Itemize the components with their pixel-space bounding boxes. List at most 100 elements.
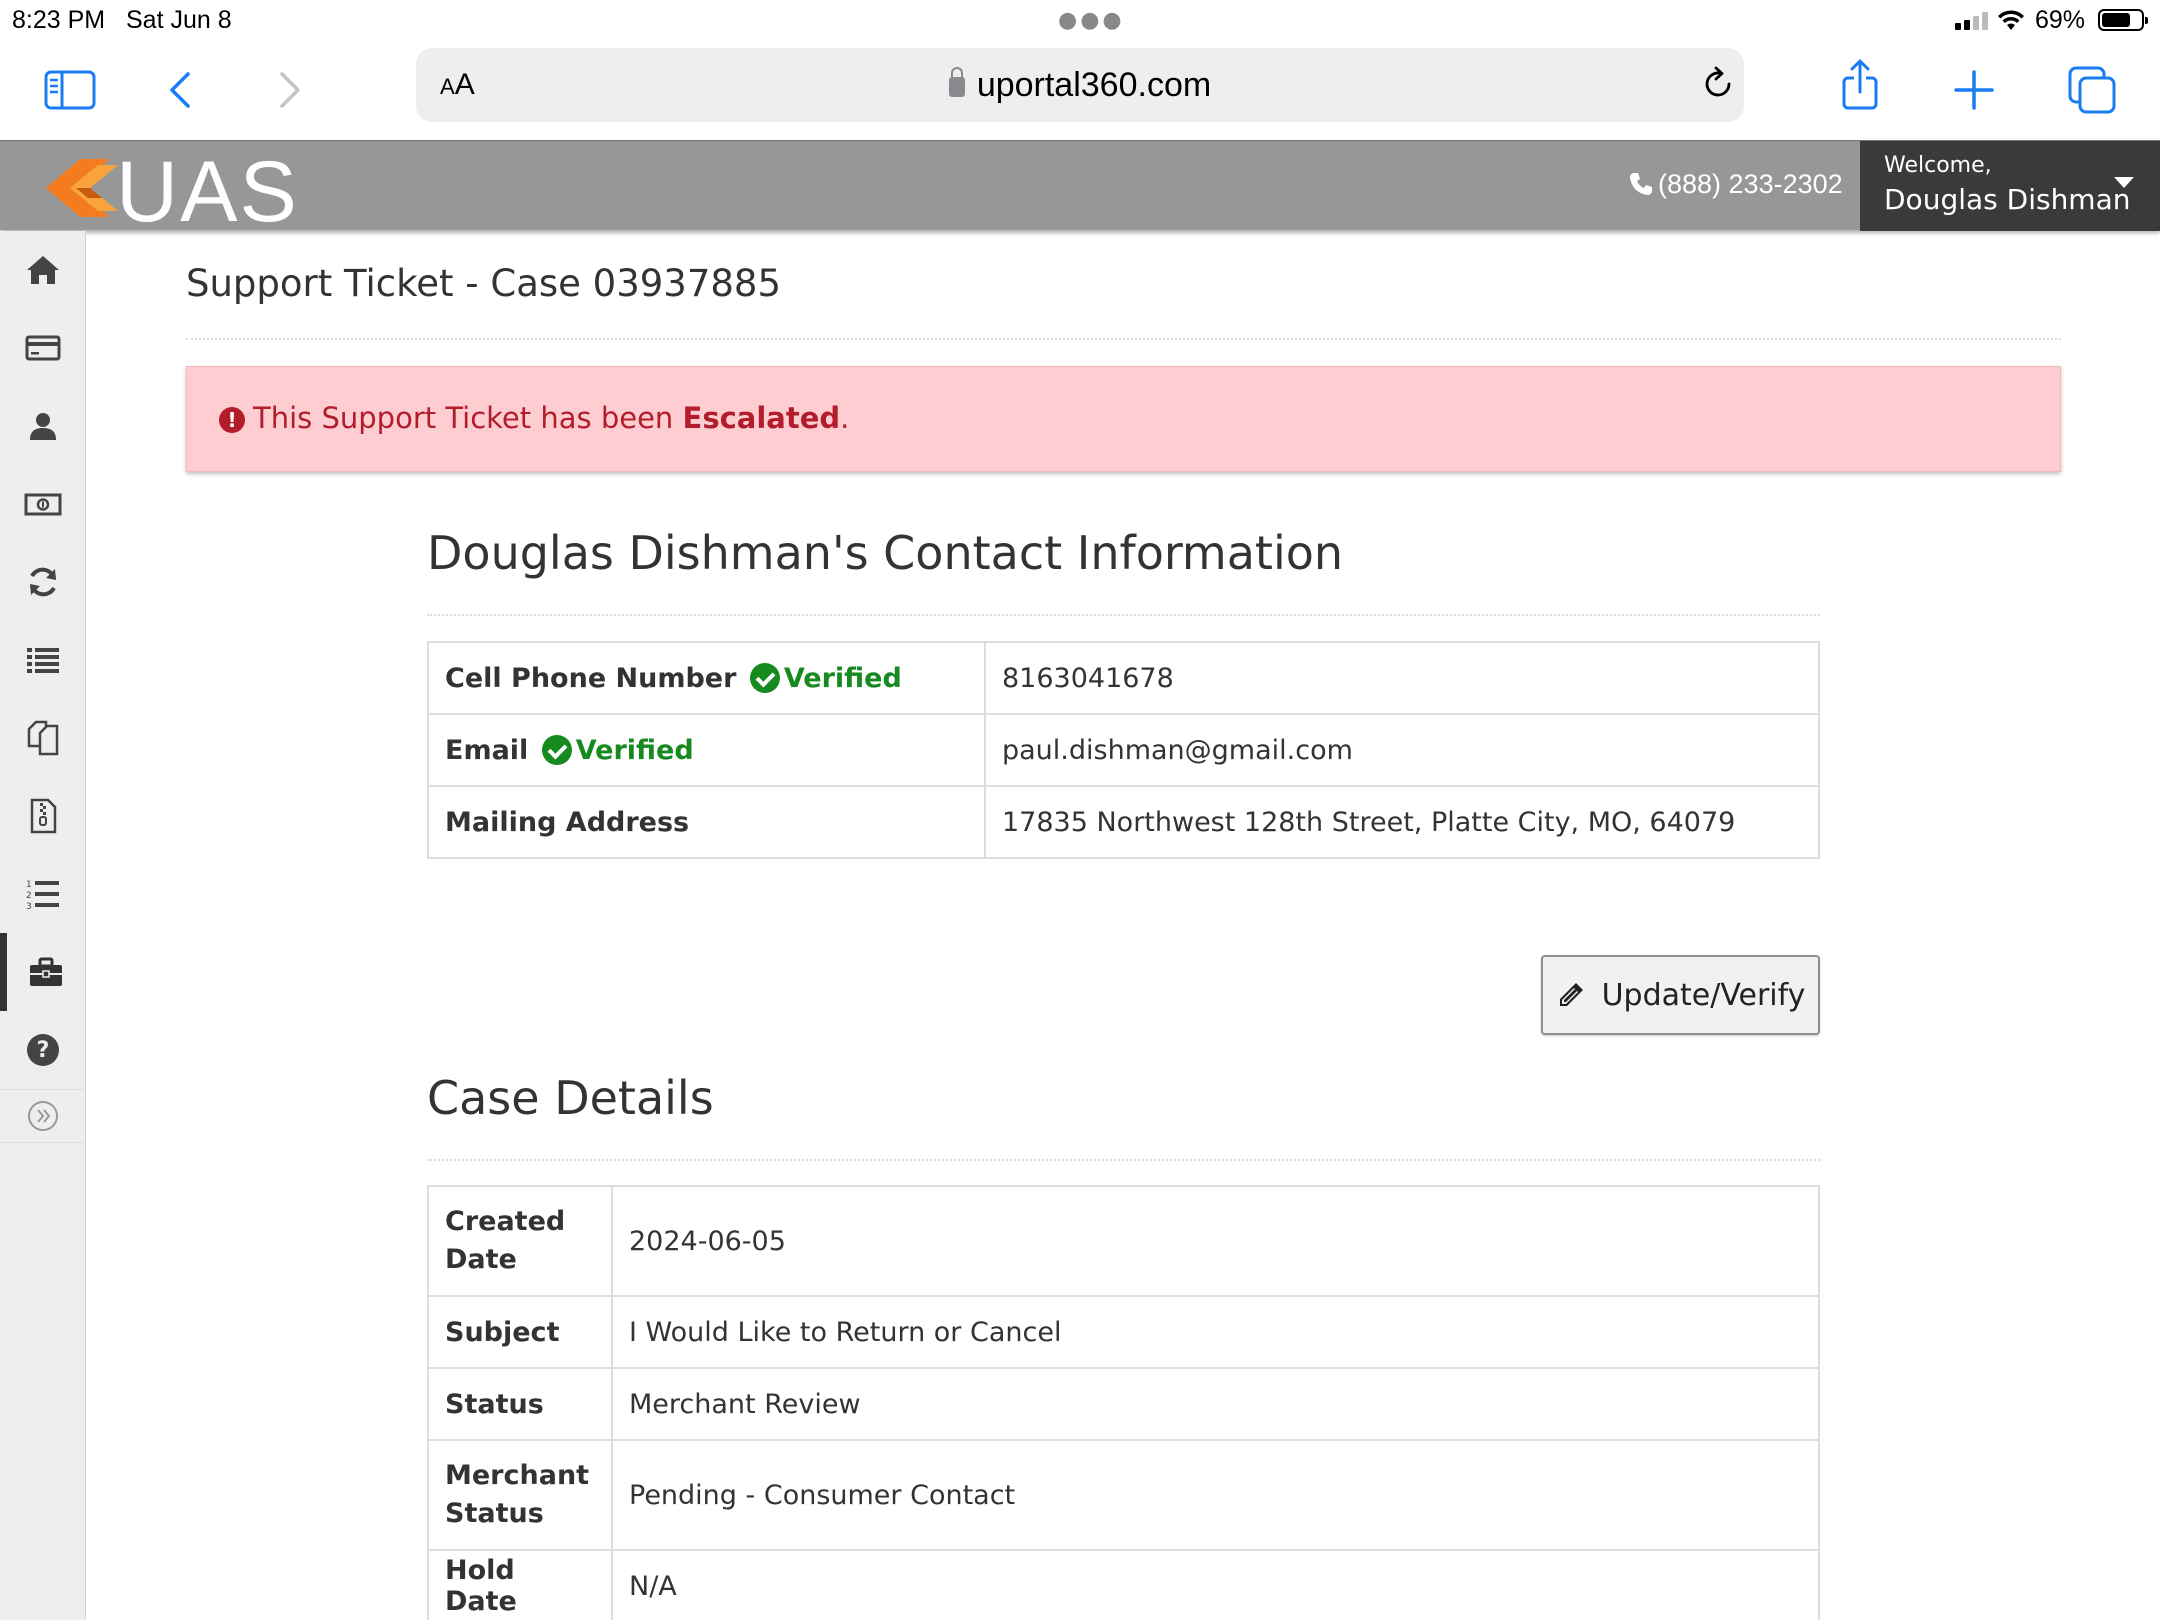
contact-label-cell: Cell Phone Number Verified	[427, 641, 986, 715]
update-verify-label: Update/Verify	[1601, 977, 1806, 1013]
table-row: Merchant Status Pending - Consumer Conta…	[427, 1439, 1820, 1551]
case-details-divider	[427, 1159, 1820, 1161]
browser-toolbar: AA uportal360.com	[0, 42, 2160, 140]
sidebar-item-renewals[interactable]	[0, 543, 85, 621]
battery-percent: 69%	[2035, 6, 2086, 34]
status-label: Status	[427, 1367, 613, 1441]
page-title: Support Ticket - Case 03937885	[186, 262, 781, 305]
reload-icon[interactable]	[1698, 64, 1738, 104]
help-icon: ?	[26, 1034, 59, 1066]
verified-check-icon	[749, 662, 780, 693]
svg-text:?: ?	[36, 1038, 49, 1063]
subject-label: Subject	[427, 1295, 613, 1369]
table-row: Subject I Would Like to Return or Cancel	[427, 1295, 1820, 1369]
verified-check-icon	[541, 734, 572, 765]
url-text: uportal360.com	[976, 66, 1212, 104]
share-icon[interactable]	[1830, 56, 1890, 116]
sidebar-nav: 1 2 3 ?	[0, 231, 86, 1620]
support-phone[interactable]: (888) 233-2302	[1628, 169, 1843, 200]
site-header: UAS (888) 233-2302 Welcome, Douglas Dish…	[0, 140, 2160, 240]
contact-label-cell: Email Verified	[427, 713, 986, 787]
home-icon	[26, 256, 59, 284]
address-bar[interactable]: AA uportal360.com	[416, 48, 1744, 122]
ios-status-bar: 8:23 PM Sat Jun 8 ●●● 69%	[0, 0, 2160, 42]
tabs-overview-icon[interactable]	[2062, 60, 2122, 120]
uas-logo[interactable]: UAS	[40, 144, 360, 240]
multitasking-dots-icon[interactable]: ●●●	[1058, 8, 1125, 33]
svg-text:3: 3	[26, 902, 32, 912]
sidebar-toggle-icon[interactable]	[40, 60, 100, 120]
sidebar-item-documents[interactable]	[0, 699, 85, 777]
status-value: Merchant Review	[611, 1367, 1820, 1441]
sidebar-item-profile[interactable]	[0, 387, 85, 465]
update-verify-button[interactable]: Update/Verify	[1541, 955, 1820, 1035]
table-row: Cell Phone Number Verified 8163041678	[427, 641, 1820, 715]
merchant-status-label: Merchant Status	[427, 1439, 613, 1551]
alert-emphasis: Escalated	[682, 401, 841, 435]
user-icon	[29, 413, 56, 440]
exclamation-circle-icon: !	[219, 407, 245, 433]
pencil-icon	[1559, 983, 1583, 1006]
status-time: 8:23 PM	[12, 6, 106, 34]
verified-label: Verified	[575, 734, 694, 766]
back-icon[interactable]	[152, 60, 212, 120]
case-details-title: Case Details	[427, 1071, 714, 1125]
forward-icon[interactable]	[258, 60, 318, 120]
new-tab-icon[interactable]	[1944, 60, 2004, 120]
alert-message: ! This Support Ticket has been Escalated.	[219, 401, 849, 435]
sidebar-item-billing[interactable]	[0, 465, 85, 543]
escalation-alert: ! This Support Ticket has been Escalated.	[186, 366, 2061, 472]
phone-number: (888) 233-2302	[1658, 169, 1843, 199]
battery-icon	[2098, 9, 2148, 31]
hold-date-value: N/A	[611, 1549, 1820, 1620]
refresh-icon	[29, 567, 56, 597]
credit-card-icon	[25, 335, 60, 361]
phone-icon	[1630, 173, 1652, 195]
documents-icon	[27, 720, 58, 756]
email-value: paul.dishman@gmail.com	[984, 713, 1820, 787]
case-details-table: Created Date 2024-06-05 Subject I Would …	[427, 1185, 1820, 1620]
table-row: Status Merchant Review	[427, 1367, 1820, 1441]
file-zip-icon	[30, 798, 56, 834]
list-icon	[26, 648, 59, 673]
created-date-value: 2024-06-05	[611, 1185, 1820, 1297]
verified-label: Verified	[783, 662, 902, 694]
subject-value: I Would Like to Return or Cancel	[611, 1295, 1820, 1369]
expand-icon	[27, 1101, 58, 1131]
sidebar-item-support[interactable]	[0, 933, 85, 1011]
table-row: Email Verified paul.dishman@gmail.com	[427, 713, 1820, 787]
contact-info-table: Cell Phone Number Verified 8163041678 Em…	[427, 641, 1820, 859]
phone-value: 8163041678	[984, 641, 1820, 715]
lock-icon	[948, 67, 965, 97]
sidebar-item-steps[interactable]: 1 2 3	[0, 855, 85, 933]
ordered-list-icon: 1 2 3	[26, 880, 59, 912]
user-menu[interactable]: Welcome, Douglas Dishman	[1860, 141, 2160, 231]
sidebar-item-home[interactable]	[0, 231, 85, 309]
title-divider	[186, 338, 2061, 340]
mailing-address-label: Mailing Address	[427, 785, 986, 859]
sidebar-item-help[interactable]: ?	[0, 1011, 85, 1089]
sidebar-item-archive[interactable]	[0, 777, 85, 855]
table-row: Created Date 2024-06-05	[427, 1185, 1820, 1297]
url-display[interactable]: uportal360.com	[416, 66, 1744, 105]
cellular-signal-icon	[1955, 12, 1989, 30]
email-label: Email	[445, 734, 529, 766]
sidebar-item-list[interactable]	[0, 621, 85, 699]
money-icon	[24, 493, 61, 516]
wifi-icon	[1998, 10, 2024, 30]
logo-text: UAS	[116, 144, 299, 240]
alert-period: .	[840, 401, 850, 435]
sidebar-item-payments[interactable]	[0, 309, 85, 387]
created-date-label: Created Date	[427, 1185, 613, 1297]
contact-divider	[427, 614, 1820, 616]
status-date: Sat Jun 8	[126, 6, 232, 34]
table-row: Mailing Address 17835 Northwest 128th St…	[427, 785, 1820, 859]
user-name: Douglas Dishman	[1884, 183, 2131, 216]
contact-section-title: Douglas Dishman's Contact Information	[427, 526, 1344, 580]
phone-label: Cell Phone Number	[445, 662, 737, 694]
hold-date-label: Hold Date	[427, 1549, 613, 1620]
merchant-status-value: Pending - Consumer Contact	[611, 1439, 1820, 1551]
table-row: Hold Date N/A	[427, 1549, 1820, 1620]
sidebar-expand[interactable]	[0, 1089, 85, 1143]
dropdown-caret-icon[interactable]	[2114, 177, 2134, 188]
